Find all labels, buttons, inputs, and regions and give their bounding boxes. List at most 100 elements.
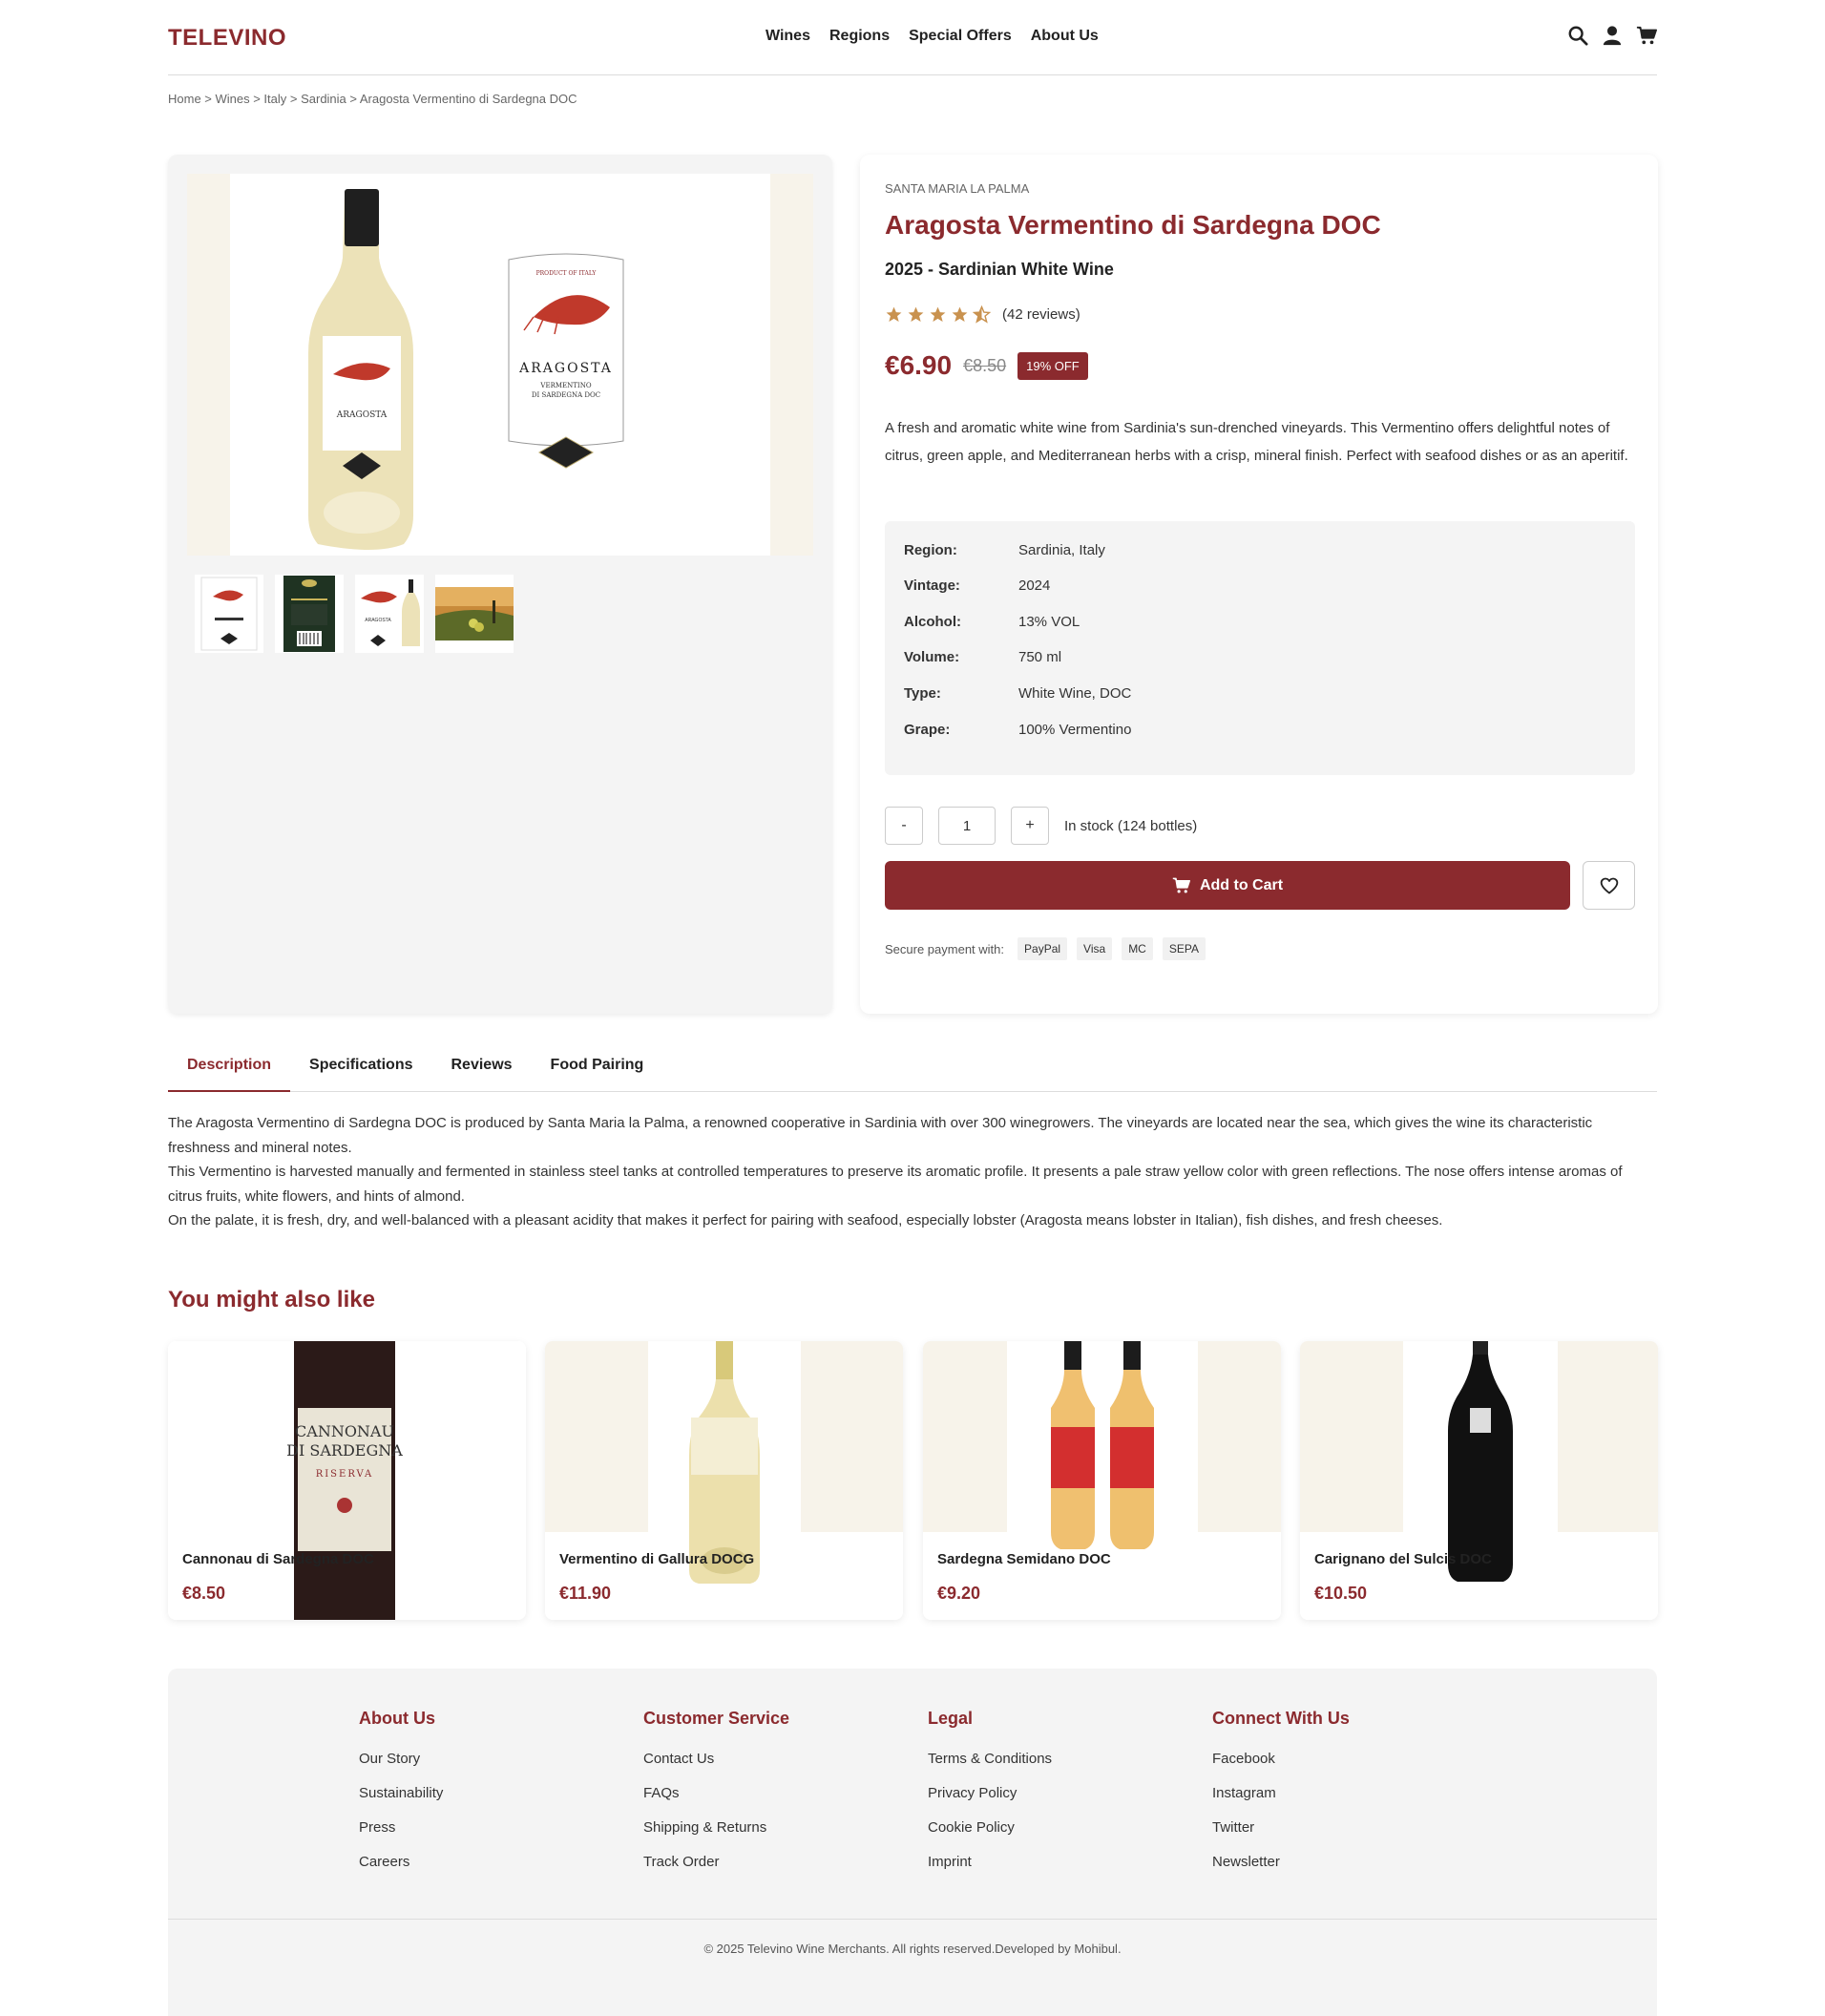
quantity-increase-button[interactable]: + (1011, 807, 1049, 845)
footer-link[interactable]: Privacy Policy (928, 1784, 1052, 1818)
tab-description[interactable]: Description (168, 1050, 291, 1092)
product-rating[interactable]: (42 reviews) (885, 305, 1080, 324)
cart-icon (1172, 877, 1190, 893)
svg-text:ARAGOSTA: ARAGOSTA (518, 361, 613, 376)
spec-label: Region: (904, 542, 957, 558)
nav-wines[interactable]: Wines (766, 28, 810, 45)
wine-bottle-image (1448, 1341, 1513, 1582)
user-icon[interactable] (1602, 25, 1623, 46)
payment-visa: Visa (1077, 937, 1113, 960)
product-subtitle: 2025 - Sardinian White Wine (885, 260, 1114, 279)
header-actions (1567, 25, 1657, 46)
payment-paypal: PayPal (1017, 937, 1068, 960)
star-icon (908, 306, 924, 323)
add-to-cart-button[interactable]: Add to Cart (885, 861, 1570, 910)
producer-name: SANTA MARIA LA PALMA (885, 181, 1030, 196)
footer-link[interactable]: Twitter (1212, 1818, 1350, 1853)
long-description: The Aragosta Vermentino di Sardegna DOC … (168, 1111, 1657, 1233)
nav-about-us[interactable]: About Us (1031, 28, 1099, 45)
specs-table: Region: Sardinia, Italy Vintage: 2024 Alco… (885, 521, 1635, 775)
footer-link[interactable]: Cookie Policy (928, 1818, 1052, 1853)
nav-special-offers[interactable]: Special Offers (909, 28, 1012, 45)
footer-link[interactable]: Shipping & Returns (643, 1818, 789, 1853)
footer-link[interactable]: FAQs (643, 1784, 789, 1818)
wine-bottle-image: CANNONAU DI SARDEGNA RISERVA (286, 1341, 403, 1620)
thumbnail-strip: ARAGOSTA (195, 575, 514, 653)
heart-icon (1600, 877, 1618, 893)
footer-divider (168, 1919, 1657, 1920)
spec-value: 13% VOL (1018, 614, 1080, 630)
quantity-input[interactable] (938, 807, 996, 845)
product-info-panel: SANTA MARIA LA PALMA Aragosta Vermentino… (860, 155, 1658, 1014)
wishlist-button[interactable] (1583, 861, 1635, 910)
footer-column-legal: Legal Terms & Conditions Privacy Policy … (928, 1709, 1052, 1887)
thumbnail-1[interactable] (195, 575, 263, 653)
thumbnail-3[interactable]: ARAGOSTA (355, 575, 424, 653)
footer-link[interactable]: Sustainability (359, 1784, 443, 1818)
footer-column-customer-service: Customer Service Contact Us FAQs Shippin… (643, 1709, 789, 1887)
recommendation-name: Carignano del Sulcis DOC (1314, 1551, 1492, 1567)
discount-badge: 19% OFF (1017, 351, 1088, 380)
thumbnail-4[interactable] (435, 575, 514, 653)
recommendation-price: €9.20 (937, 1584, 981, 1603)
description-paragraph: The Aragosta Vermentino di Sardegna DOC … (168, 1115, 1593, 1156)
price-box: €6.90 €8.50 19% OFF (885, 350, 1088, 381)
footer-link[interactable]: Newsletter (1212, 1853, 1350, 1887)
recommendation-price: €10.50 (1314, 1584, 1368, 1603)
footer-column-connect: Connect With Us Facebook Instagram Twitt… (1212, 1709, 1350, 1887)
footer-link[interactable]: Imprint (928, 1853, 1052, 1887)
footer-link[interactable]: Facebook (1212, 1750, 1350, 1784)
copyright: © 2025 Televino Wine Merchants. All righ… (703, 1942, 1122, 1956)
footer-link[interactable]: Press (359, 1818, 443, 1853)
search-icon[interactable] (1567, 25, 1588, 46)
nav-regions[interactable]: Regions (829, 28, 890, 45)
cart-icon[interactable] (1636, 25, 1657, 46)
short-description: A fresh and aromatic white wine from Sar… (885, 420, 1628, 464)
recommendation-name: Vermentino di Gallura DOCG (559, 1551, 755, 1567)
quantity-decrease-button[interactable]: - (885, 807, 923, 845)
footer-link[interactable]: Careers (359, 1853, 443, 1887)
tab-specifications[interactable]: Specifications (290, 1050, 431, 1092)
spec-value: Sardinia, Italy (1018, 542, 1105, 558)
footer-link[interactable]: Track Order (643, 1853, 789, 1887)
spec-label: Volume: (904, 649, 960, 665)
svg-text:ARAGOSTA: ARAGOSTA (336, 410, 388, 420)
payment-mastercard: MC (1122, 937, 1153, 960)
footer-link[interactable]: Our Story (359, 1750, 443, 1784)
star-icon (930, 306, 946, 323)
breadcrumb[interactable]: Home > Wines > Italy > Sardinia > Aragos… (168, 92, 1657, 106)
payment-methods: Secure payment with: PayPal Visa MC SEPA (885, 937, 1206, 960)
add-to-cart-label: Add to Cart (1199, 876, 1284, 893)
product-gallery: ARAGOSTA PRODUCT OF ITALY ARAGOSTA VERME… (168, 155, 832, 1014)
spec-value: 2024 (1018, 578, 1051, 594)
review-count[interactable]: (42 reviews) (1002, 306, 1080, 323)
thumbnail-2[interactable] (275, 575, 344, 653)
wine-bottle-image (689, 1341, 760, 1584)
tab-food-pairing[interactable]: Food Pairing (532, 1050, 663, 1092)
footer-heading: About Us (359, 1709, 435, 1728)
tab-reviews[interactable]: Reviews (432, 1050, 532, 1092)
recommendation-price: €8.50 (182, 1584, 226, 1603)
current-price: €6.90 (885, 350, 953, 380)
product-tabs: Description Specifications Reviews Food … (168, 1050, 1657, 1092)
spec-label: Type: (904, 685, 941, 702)
description-paragraph: This Vermentino is harvested manually an… (168, 1164, 1623, 1205)
product-title: Aragosta Vermentino di Sardegna DOC (885, 210, 1381, 240)
main-nav: Wines Regions Special Offers About Us (766, 28, 1099, 45)
star-icon (952, 306, 968, 323)
spec-label: Alcohol: (904, 614, 961, 630)
logo[interactable]: TELEVINO (168, 25, 286, 52)
svg-text:PRODUCT OF ITALY: PRODUCT OF ITALY (536, 270, 598, 277)
recommendation-card[interactable]: Carignano del Sulcis DOC €10.50 (1300, 1341, 1658, 1620)
site-header: TELEVINO Wines Regions Special Offers Ab… (168, 0, 1657, 75)
footer-column-about: About Us Our Story Sustainability Press … (359, 1709, 443, 1887)
main-product-image[interactable]: ARAGOSTA PRODUCT OF ITALY ARAGOSTA VERME… (187, 174, 813, 556)
recommendation-card[interactable]: CANNONAU DI SARDEGNA RISERVA Cannonau di… (168, 1341, 526, 1620)
recommendation-card[interactable]: Sardegna Semidano DOC €9.20 (923, 1341, 1281, 1620)
recommendation-card[interactable]: Vermentino di Gallura DOCG €11.90 (545, 1341, 903, 1620)
payment-label: Secure payment with: (885, 941, 1005, 956)
footer-link[interactable]: Instagram (1212, 1784, 1350, 1818)
footer-link[interactable]: Terms & Conditions (928, 1750, 1052, 1784)
footer-link[interactable]: Contact Us (643, 1750, 789, 1784)
svg-text:RISERVA: RISERVA (316, 1469, 374, 1480)
